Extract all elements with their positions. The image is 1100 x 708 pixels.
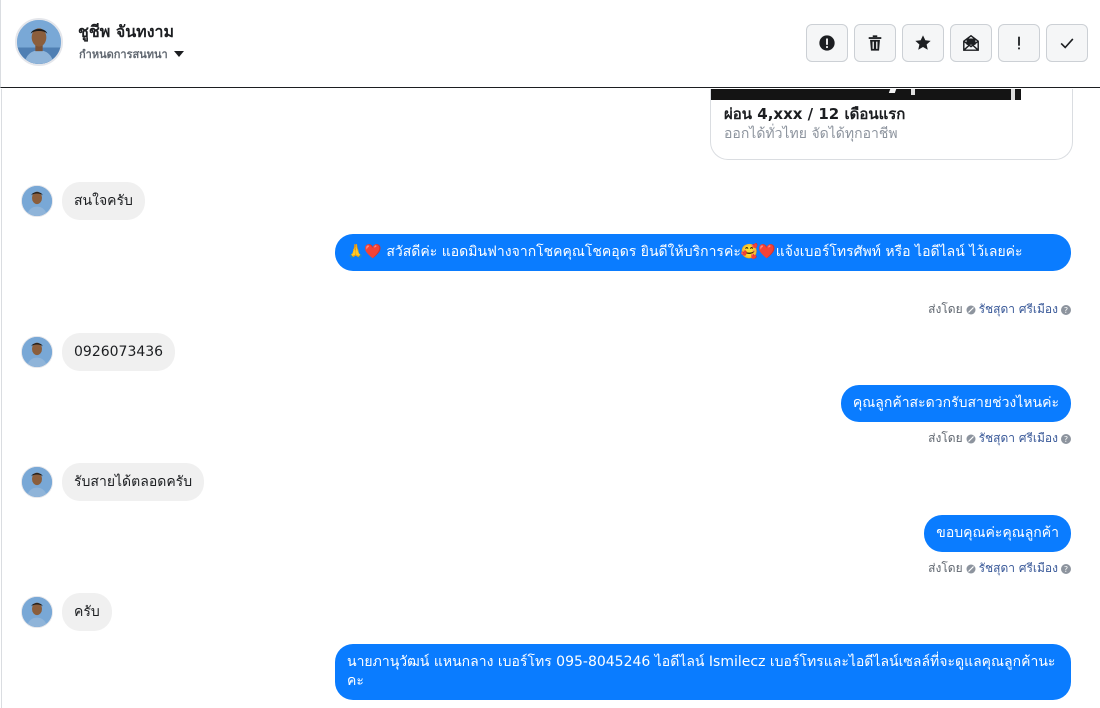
incoming-message: สนใจครับ [21, 182, 145, 220]
mark-done-button[interactable] [1046, 24, 1088, 62]
check-icon [1060, 38, 1074, 49]
assign-label: กำหนดการสนทนา [79, 48, 168, 61]
svg-text:?: ? [1064, 565, 1068, 574]
agent-name[interactable]: รัชสุดา ศรีเมือง [979, 429, 1058, 448]
no-sign-icon [966, 305, 976, 314]
outgoing-message[interactable]: นายภานุวัฒน์ แหนกลาง เบอร์โทร 095-804524… [335, 644, 1071, 700]
help-icon[interactable]: ? [1061, 563, 1071, 574]
contact-avatar-small [21, 466, 53, 498]
sent-by-label: ส่งโดย [928, 431, 963, 445]
contact-avatar-small [21, 185, 53, 217]
caret-down-icon [173, 51, 184, 57]
exclamation-icon [1018, 36, 1020, 50]
sent-by-info: ส่งโดย รัชสุดา ศรีเมือง ? [928, 559, 1071, 578]
envelope-open-icon [963, 34, 979, 51]
incoming-message: ครับ [21, 593, 112, 631]
contact-avatar[interactable] [15, 18, 63, 66]
sent-by-label: ส่งโดย [928, 302, 963, 316]
incoming-message: รับสายได้ตลอดครับ [21, 463, 205, 501]
conversation-header: ชูชีพ จันทงาม กำหนดการสนทนา [0, 0, 1100, 88]
mark-unread-button[interactable] [950, 24, 992, 62]
message-bubble[interactable]: รับสายได้ตลอดครับ [62, 463, 205, 501]
delete-button[interactable] [854, 24, 896, 62]
message-bubble[interactable]: ครับ [62, 593, 112, 631]
sent-by-info: ส่งโดย รัชสุดา ศรีเมือง ? [928, 300, 1071, 319]
contact-name[interactable]: ชูชีพ จันทงาม [78, 20, 174, 45]
ad-card-subtitle: ออกได้ทั่วไทย จัดได้ทุกอาชีพ [724, 126, 898, 142]
agent-name[interactable]: รัชสุดา ศรีเมือง [979, 559, 1058, 578]
message-bubble[interactable]: สนใจครับ [62, 182, 145, 220]
ad-card[interactable]: ผ่อน 4,xxx / 12 เดือนแรก ออกได้ทั่วไทย จ… [710, 89, 1073, 160]
trash-icon [868, 35, 882, 51]
ad-card-image [711, 89, 1072, 100]
sent-by-label: ส่งโดย [928, 561, 963, 575]
contact-avatar-small [21, 336, 53, 368]
incoming-message: 0926073436 [21, 333, 176, 371]
help-icon[interactable]: ? [1061, 304, 1071, 315]
contact-avatar-small [21, 596, 53, 628]
outgoing-message[interactable]: คุณลูกค้าสะดวกรับสายช่วงไหนค่ะ [840, 385, 1071, 422]
message-thread[interactable]: ผ่อน 4,xxx / 12 เดือนแรก ออกได้ทั่วไทย จ… [1, 89, 1100, 708]
star-button[interactable] [902, 24, 944, 62]
no-sign-icon [966, 564, 976, 573]
mark-spam-button[interactable] [806, 24, 848, 62]
sent-by-info: ส่งโดย รัชสุดา ศรีเมือง ? [928, 429, 1071, 448]
message-bubble[interactable]: 0926073436 [62, 333, 176, 371]
no-sign-icon [966, 434, 976, 443]
svg-text:?: ? [1064, 306, 1068, 315]
outgoing-message[interactable]: 🙏❤️ สวัสดีค่ะ แอดมินฟางจากโชคคุณโชคอุดร … [335, 234, 1071, 271]
help-icon[interactable]: ? [1061, 433, 1071, 444]
outgoing-message[interactable]: ขอบคุณค่ะคุณลูกค้า [924, 515, 1071, 552]
assign-conversation-dropdown[interactable]: กำหนดการสนทนา [79, 45, 184, 63]
follow-up-button[interactable] [998, 24, 1040, 62]
alert-circle-icon [819, 35, 835, 51]
agent-name[interactable]: รัชสุดา ศรีเมือง [979, 300, 1058, 319]
star-icon [915, 35, 931, 50]
svg-text:?: ? [1064, 435, 1068, 444]
